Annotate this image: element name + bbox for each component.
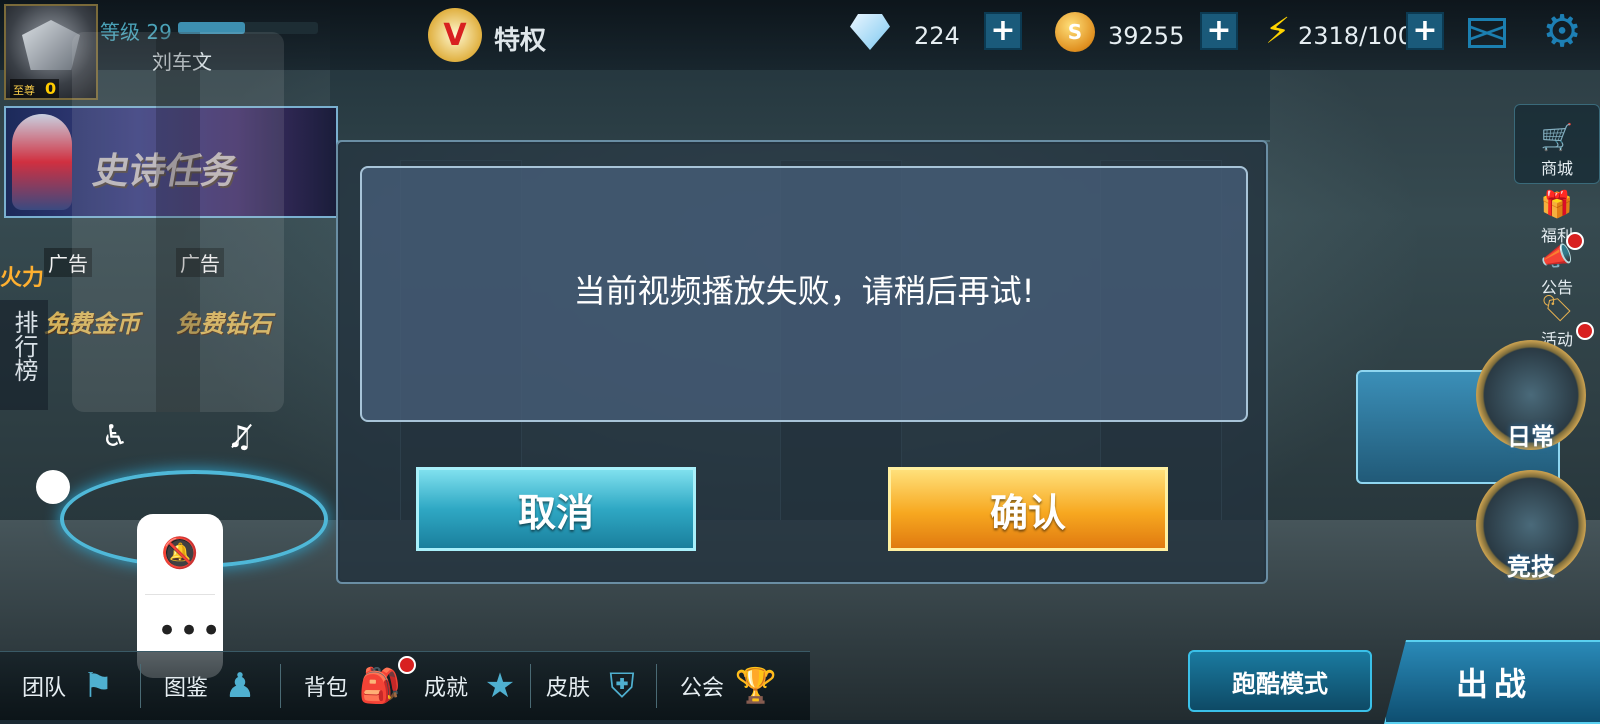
dialog-message-box: 当前视频播放失败，请稍后再试! bbox=[360, 166, 1248, 422]
cancel-button[interactable]: 取消 bbox=[416, 467, 696, 551]
video-error-dialog: 当前视频播放失败，请稍后再试! 取消 确认 bbox=[336, 140, 1268, 584]
confirm-button[interactable]: 确认 bbox=[888, 467, 1168, 551]
dialog-message: 当前视频播放失败，请稍后再试! bbox=[573, 272, 1035, 310]
